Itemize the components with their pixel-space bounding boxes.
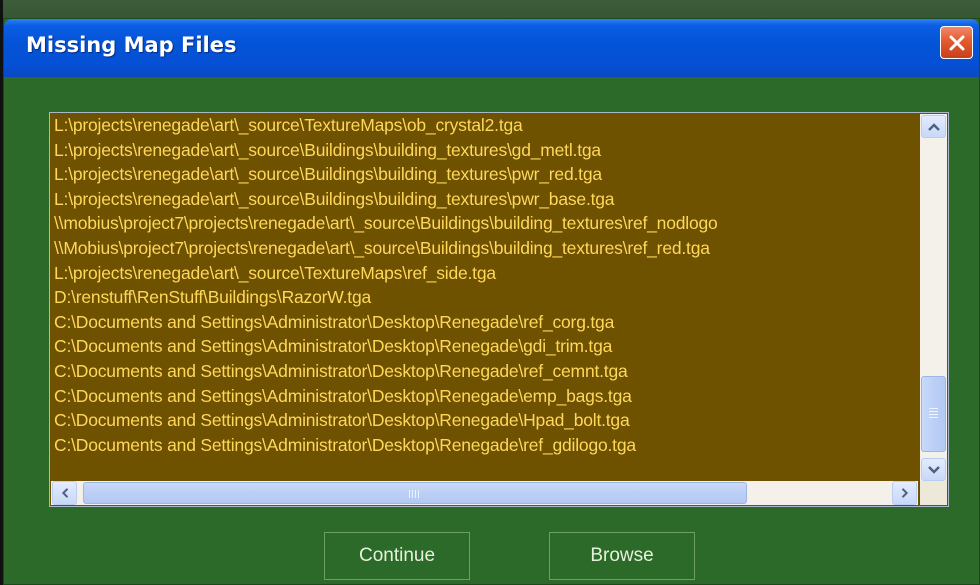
arrow-up-icon	[927, 122, 940, 131]
close-button[interactable]	[940, 26, 973, 59]
dialog-body: L:\projects\renegade\art\_source\Texture…	[4, 77, 979, 584]
list-item[interactable]: L:\projects\renegade\art\_source\Texture…	[54, 261, 920, 286]
thumb-grip	[412, 490, 413, 498]
list-item[interactable]: L:\projects\renegade\art\_source\Buildin…	[54, 162, 920, 187]
vertical-scrollbar[interactable]	[920, 114, 947, 482]
window-title: Missing Map Files	[26, 33, 237, 57]
thumb-grip	[415, 490, 416, 498]
arrow-down-icon	[927, 465, 940, 474]
scroll-up-button[interactable]	[921, 115, 946, 138]
thumb-grip	[929, 411, 938, 412]
list-item[interactable]: C:\Documents and Settings\Administrator\…	[54, 408, 920, 433]
browse-button[interactable]: Browse	[549, 532, 695, 580]
list-item[interactable]: C:\Documents and Settings\Administrator\…	[54, 334, 920, 359]
thumb-grip	[929, 414, 938, 415]
list-item[interactable]: C:\Documents and Settings\Administrator\…	[54, 359, 920, 384]
scroll-down-button[interactable]	[921, 458, 946, 481]
list-item[interactable]: \\Mobius\project7\projects\renegade\art\…	[54, 236, 920, 261]
list-item[interactable]: D:\renstuff\RenStuff\Buildings\RazorW.tg…	[54, 285, 920, 310]
missing-map-files-dialog: Missing Map Files L:\projects\renegade\a…	[3, 18, 980, 585]
list-item[interactable]: C:\Documents and Settings\Administrator\…	[54, 433, 920, 458]
horizontal-scroll-thumb[interactable]	[83, 482, 747, 504]
arrow-left-icon	[61, 488, 68, 498]
list-item[interactable]: C:\Documents and Settings\Administrator\…	[54, 310, 920, 335]
missing-files-list[interactable]: L:\projects\renegade\art\_source\Texture…	[49, 112, 949, 507]
list-item[interactable]: C:\Documents and Settings\Administrator\…	[54, 384, 920, 409]
arrow-right-icon	[901, 488, 908, 498]
horizontal-scrollbar[interactable]	[51, 481, 918, 505]
list-item[interactable]: L:\projects\renegade\art\_source\Texture…	[54, 113, 920, 138]
continue-button[interactable]: Continue	[324, 532, 470, 580]
scroll-left-button[interactable]	[52, 481, 77, 505]
scroll-right-button[interactable]	[892, 481, 917, 505]
thumb-grip	[929, 417, 938, 418]
scrollbar-corner	[920, 481, 947, 505]
title-bar[interactable]: Missing Map Files	[4, 19, 979, 77]
close-icon	[949, 35, 964, 50]
file-rows: L:\projects\renegade\art\_source\Texture…	[54, 113, 920, 483]
vertical-scroll-thumb[interactable]	[921, 376, 946, 452]
list-item[interactable]: \\mobius\project7\projects\renegade\art\…	[54, 211, 920, 236]
list-item[interactable]: L:\projects\renegade\art\_source\Buildin…	[54, 187, 920, 212]
thumb-grip	[418, 490, 419, 498]
list-item[interactable]: L:\projects\renegade\art\_source\Buildin…	[54, 138, 920, 163]
thumb-grip	[929, 408, 938, 409]
thumb-grip	[409, 490, 410, 498]
